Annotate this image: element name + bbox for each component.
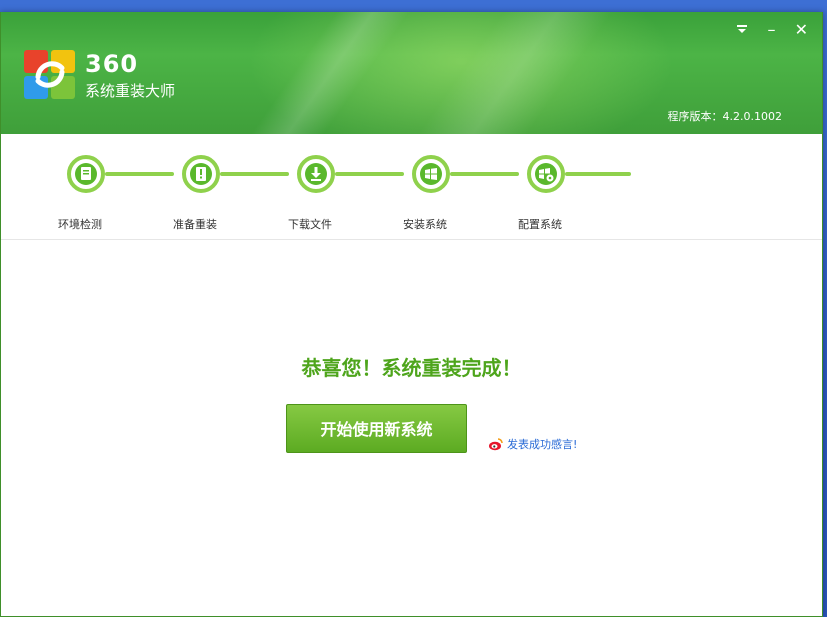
- windows-config-icon: [535, 163, 557, 185]
- download-icon: [305, 163, 327, 185]
- 360-logo-icon: [24, 50, 75, 99]
- step-label: 环境检测: [58, 218, 102, 231]
- step-prepare-reinstall: [182, 155, 220, 193]
- exclamation-book-icon: [190, 163, 212, 185]
- header-banner: 360 系统重装大师 – ✕ 程序版本：4.2.0.1002: [1, 12, 822, 134]
- document-icon: [75, 163, 97, 185]
- step-configure-system: [527, 155, 565, 193]
- brand-name: 系统重装大师: [85, 82, 176, 100]
- dropdown-menu-icon[interactable]: [736, 20, 748, 39]
- progress-steps: 环境检测 准备重装 下载文件 安装系统 配置系统: [1, 134, 822, 240]
- start-new-system-button[interactable]: 开始使用新系统: [286, 404, 467, 453]
- step-environment-check: [67, 155, 105, 193]
- step-connector: [335, 172, 404, 176]
- installer-window: 360 系统重装大师 – ✕ 程序版本：4.2.0.1002 环境检测 准备重装: [0, 12, 823, 617]
- step-connector: [450, 172, 519, 176]
- step-install-system: [412, 155, 450, 193]
- step-label: 准备重装: [173, 218, 217, 231]
- main-content: 恭喜您！系统重装完成！ 开始使用新系统 发表成功感言!: [1, 240, 822, 616]
- step-connector-tail: [565, 172, 631, 176]
- step-download-files: [297, 155, 335, 193]
- share-feedback-link[interactable]: 发表成功感言!: [488, 436, 577, 452]
- windows-install-icon: [420, 163, 442, 185]
- brand-number: 360: [85, 50, 139, 78]
- step-connector: [220, 172, 289, 176]
- window-controls: – ✕: [722, 20, 808, 39]
- version-text: 程序版本：4.2.0.1002: [667, 110, 782, 123]
- weibo-icon: [489, 438, 503, 451]
- step-label: 配置系统: [518, 218, 562, 231]
- step-label: 下载文件: [288, 218, 332, 231]
- step-connector: [105, 172, 174, 176]
- completion-message: 恭喜您！系统重装完成！: [301, 356, 522, 380]
- minimize-button[interactable]: –: [768, 20, 776, 39]
- share-link-label: 发表成功感言!: [507, 438, 578, 451]
- step-label: 安装系统: [403, 218, 447, 231]
- close-button[interactable]: ✕: [795, 20, 808, 39]
